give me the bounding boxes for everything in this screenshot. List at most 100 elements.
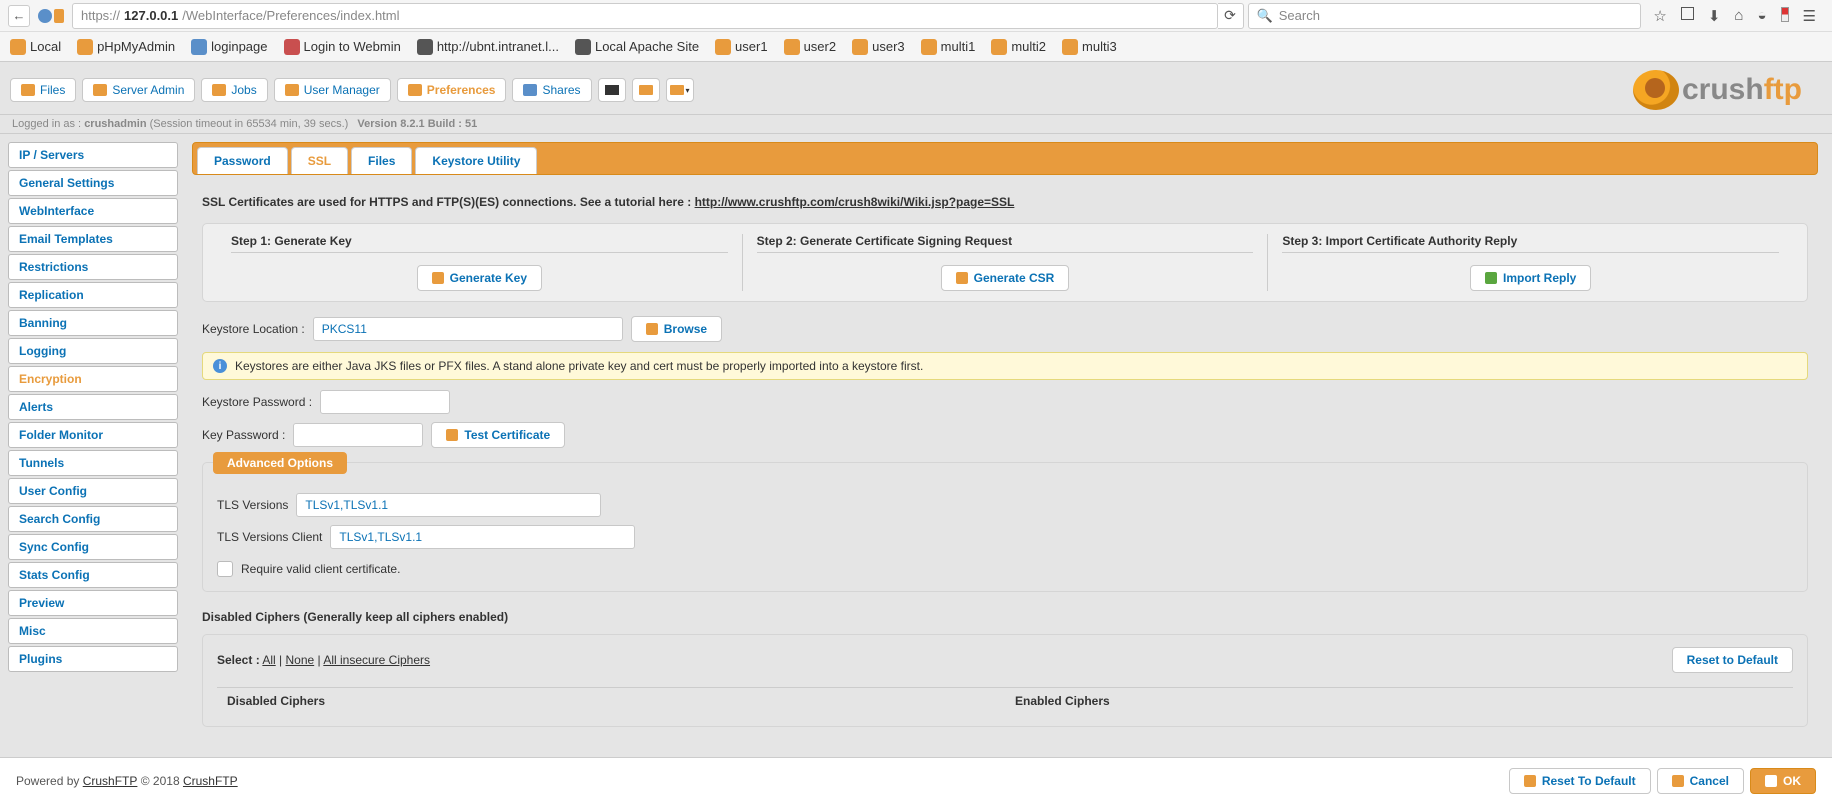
sidebar-item-email[interactable]: Email Templates [8,226,178,252]
sidebar-item-folder-monitor[interactable]: Folder Monitor [8,422,178,448]
bookmark-webmin[interactable]: Login to Webmin [284,39,401,55]
advanced-options-header: Advanced Options [213,452,347,474]
tab-shares[interactable]: Shares [512,78,591,102]
hamburger-menu-icon[interactable]: ☰ [1803,7,1816,25]
tls-versions-client-label: TLS Versions Client [217,530,322,544]
footer-reset-button[interactable]: Reset To Default [1509,768,1651,794]
tab-preferences[interactable]: Preferences [397,78,507,102]
footer-brand-link[interactable]: CrushFTP [83,774,138,788]
jobs-icon [212,84,226,96]
footer-cancel-button[interactable]: Cancel [1657,768,1744,794]
bookmarks-bar: Local pHpMyAdmin loginpage Login to Webm… [0,32,1832,62]
bookmark-multi1[interactable]: multi1 [921,39,976,55]
url-bar[interactable]: https://127.0.0.1/WebInterface/Preferenc… [72,3,1218,29]
home-icon[interactable]: ⌂ [1734,7,1743,25]
sidebar-item-preview[interactable]: Preview [8,590,178,616]
reload-button[interactable]: ⟳ [1218,3,1244,29]
keystore-location-input[interactable] [313,317,623,341]
select-all-link[interactable]: All [262,653,275,667]
key-icon [432,272,444,284]
tab-jobs[interactable]: Jobs [201,78,267,102]
battery-icon[interactable] [1781,7,1789,22]
keystore-password-input[interactable] [320,390,450,414]
cipher-table: Disabled Ciphers Enabled Ciphers [217,687,1793,714]
sidebar-item-webinterface[interactable]: WebInterface [8,198,178,224]
bookmark-user1[interactable]: user1 [715,39,768,55]
bookmark-multi3[interactable]: multi3 [1062,39,1117,55]
bookmark-phpmyadmin[interactable]: pHpMyAdmin [77,39,175,55]
sidebar-item-banning[interactable]: Banning [8,310,178,336]
require-cert-label: Require valid client certificate. [241,562,400,576]
sidebar-item-misc[interactable]: Misc [8,618,178,644]
tab-server-admin[interactable]: Server Admin [82,78,195,102]
shares-icon [523,84,537,96]
bookmark-user2[interactable]: user2 [784,39,837,55]
footer-ok-button[interactable]: OK [1750,768,1816,794]
key-password-input[interactable] [293,423,423,447]
app-root: Files Server Admin Jobs User Manager Pre… [0,62,1832,757]
sidebar-item-user-config[interactable]: User Config [8,478,178,504]
library-icon[interactable] [1681,7,1694,20]
logo-icon [1633,70,1679,110]
disabled-ciphers-title: Disabled Ciphers (Generally keep all cip… [202,610,1808,624]
bookmark-ubnt[interactable]: http://ubnt.intranet.l... [417,39,559,55]
generate-csr-button[interactable]: Generate CSR [941,265,1070,291]
toolbar-folder-button[interactable] [632,78,660,102]
tab-files-enc[interactable]: Files [351,147,412,174]
import-reply-button[interactable]: Import Reply [1470,265,1591,291]
sidebar-item-sync-config[interactable]: Sync Config [8,534,178,560]
top-navigation: Files Server Admin Jobs User Manager Pre… [0,62,1832,115]
sidebar-item-stats-config[interactable]: Stats Config [8,562,178,588]
bookmark-local[interactable]: Local [10,39,61,55]
select-insecure-link[interactable]: All insecure Ciphers [323,653,430,667]
pocket-icon[interactable]: ◒ [1757,7,1766,25]
footer-copyright: © 2018 [141,774,180,788]
downloads-icon[interactable]: ⬇ [1708,7,1721,25]
url-host: 127.0.0.1 [124,8,178,23]
cancel-icon [1672,775,1684,787]
sidebar-item-plugins[interactable]: Plugins [8,646,178,672]
select-none-link[interactable]: None [286,653,315,667]
bookmark-star-icon[interactable]: ☆ [1653,7,1666,25]
toolbar-folder-dropdown[interactable]: ▾ [666,78,694,102]
tls-versions-client-input[interactable] [330,525,635,549]
sidebar-item-search-config[interactable]: Search Config [8,506,178,532]
tab-keystore-utility[interactable]: Keystore Utility [415,147,537,174]
sidebar-item-replication[interactable]: Replication [8,282,178,308]
tab-files[interactable]: Files [10,78,76,102]
tab-ssl[interactable]: SSL [291,147,348,174]
tab-password[interactable]: Password [197,147,288,174]
bookmark-user3[interactable]: user3 [852,39,905,55]
sidebar-item-encryption[interactable]: Encryption [8,366,178,392]
back-button[interactable]: ← [8,5,30,27]
content-area: Password SSL Files Keystore Utility SSL … [178,134,1832,757]
bookmark-multi2[interactable]: multi2 [991,39,1046,55]
sidebar-item-general[interactable]: General Settings [8,170,178,196]
ssl-tutorial-link[interactable]: http://www.crushftp.com/crush8wiki/Wiki.… [695,195,1015,209]
browse-button[interactable]: Browse [631,316,722,342]
tls-versions-input[interactable] [296,493,601,517]
test-certificate-button[interactable]: Test Certificate [431,422,565,448]
keystore-password-label: Keystore Password : [202,395,312,409]
sidebar-item-restrictions[interactable]: Restrictions [8,254,178,280]
refresh-icon [446,429,458,441]
footer-brand-link-2[interactable]: CrushFTP [183,774,238,788]
require-cert-checkbox[interactable] [217,561,233,577]
toolbar-darkbox-button[interactable] [598,78,626,102]
browser-search[interactable]: 🔍 Search [1248,3,1642,29]
status-username: crushadmin [84,118,146,130]
bookmark-apache[interactable]: Local Apache Site [575,39,699,55]
sidebar-item-ip-servers[interactable]: IP / Servers [8,142,178,168]
sidebar-item-tunnels[interactable]: Tunnels [8,450,178,476]
browser-toolbar-icons: ☆ ⬇ ⌂ ◒ ☰ [1645,7,1824,25]
sidebar-item-alerts[interactable]: Alerts [8,394,178,420]
site-identity-icon[interactable] [38,9,64,23]
generate-key-button[interactable]: Generate Key [417,265,542,291]
user-icon [285,84,299,96]
prefs-icon [408,84,422,96]
bookmark-loginpage[interactable]: loginpage [191,39,267,55]
reset-ciphers-button[interactable]: Reset to Default [1672,647,1793,673]
reset-icon [1524,775,1536,787]
tab-user-manager[interactable]: User Manager [274,78,391,102]
sidebar-item-logging[interactable]: Logging [8,338,178,364]
